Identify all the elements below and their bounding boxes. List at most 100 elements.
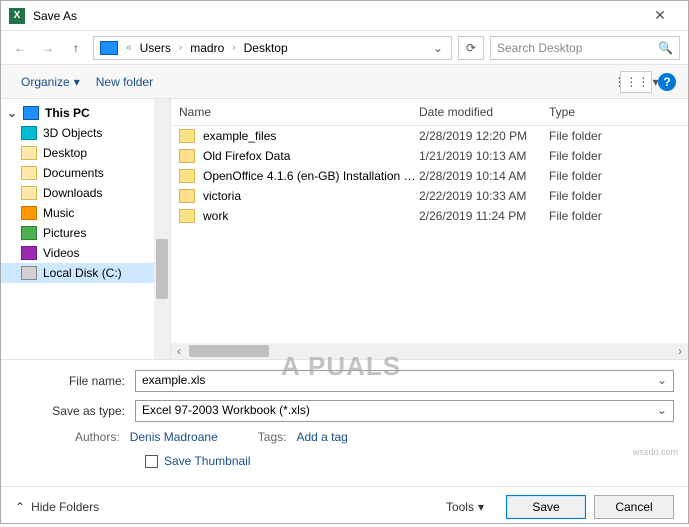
pc-icon	[23, 106, 39, 120]
disk-icon	[21, 266, 37, 280]
tree-item-3d-objects[interactable]: 3D Objects	[1, 123, 170, 143]
breadcrumb[interactable]: « Users › madro › Desktop ⌄	[93, 36, 452, 60]
file-date: 2/28/2019 10:14 AM	[419, 169, 549, 183]
table-row[interactable]: work2/26/2019 11:24 PMFile folder	[171, 206, 688, 226]
authors-label: Authors:	[75, 430, 120, 444]
tree-item-label: Local Disk (C:)	[43, 266, 122, 280]
tree-item-pictures[interactable]: Pictures	[1, 223, 170, 243]
forward-button[interactable]: →	[37, 37, 59, 59]
file-type: File folder	[549, 169, 680, 183]
toolbar: Organize▾ New folder ⋮⋮⋮ ▾ ?	[1, 65, 688, 99]
cancel-button[interactable]: Cancel	[594, 495, 674, 519]
file-type: File folder	[549, 149, 680, 163]
tree-item-local-disk-c-[interactable]: Local Disk (C:)	[1, 263, 170, 283]
excel-icon: X	[9, 8, 25, 24]
chevron-down-icon[interactable]: ⌄	[657, 403, 667, 417]
tools-button[interactable]: Tools ▾	[446, 500, 484, 514]
file-date: 1/21/2019 10:13 AM	[419, 149, 549, 163]
tree-item-label: Downloads	[43, 186, 102, 200]
tree-item-label: 3D Objects	[43, 126, 102, 140]
file-name: Old Firefox Data	[203, 149, 419, 163]
horizontal-scrollbar[interactable]: ‹ ›	[171, 343, 688, 359]
pc-icon	[100, 41, 118, 55]
filename-input[interactable]: example.xls⌄	[135, 370, 674, 392]
organize-button[interactable]: Organize▾	[13, 71, 88, 93]
refresh-button[interactable]: ⟳	[458, 36, 484, 60]
scroll-left-icon[interactable]: ‹	[171, 344, 187, 358]
saveastype-select[interactable]: Excel 97-2003 Workbook (*.xls)⌄	[135, 400, 674, 422]
breadcrumb-item[interactable]: madro	[186, 39, 228, 57]
breadcrumb-item[interactable]: Desktop	[240, 39, 292, 57]
scroll-right-icon[interactable]: ›	[672, 344, 688, 358]
file-list[interactable]: example_files2/28/2019 12:20 PMFile fold…	[171, 126, 688, 343]
tree-scrollbar[interactable]	[154, 99, 170, 359]
authors-value[interactable]: Denis Madroane	[130, 430, 218, 444]
table-row[interactable]: Old Firefox Data1/21/2019 10:13 AMFile f…	[171, 146, 688, 166]
mus-icon	[21, 206, 37, 220]
tree-item-videos[interactable]: Videos	[1, 243, 170, 263]
folder-icon	[21, 166, 37, 180]
folder-icon	[179, 149, 195, 163]
tree-item-this-pc[interactable]: ⌄This PC	[1, 103, 170, 123]
folder-icon	[179, 129, 195, 143]
up-button[interactable]: ↑	[65, 37, 87, 59]
view-button[interactable]: ⋮⋮⋮ ▾	[620, 71, 652, 93]
col-date[interactable]: Date modified	[419, 105, 549, 119]
chevron-down-icon: ⌄	[7, 106, 17, 120]
close-button[interactable]: ✕	[640, 7, 680, 24]
save-thumbnail-checkbox[interactable]: Save Thumbnail	[15, 454, 674, 468]
table-row[interactable]: example_files2/28/2019 12:20 PMFile fold…	[171, 126, 688, 146]
file-pane: Name Date modified Type example_files2/2…	[171, 99, 688, 359]
breadcrumb-item[interactable]: Users	[136, 39, 175, 57]
address-row: ← → ↑ « Users › madro › Desktop ⌄ ⟳ Sear…	[1, 31, 688, 65]
file-type: File folder	[549, 209, 680, 223]
checkbox-icon	[145, 455, 158, 468]
column-headers[interactable]: Name Date modified Type	[171, 99, 688, 126]
bottom-bar: ⌃ Hide Folders Tools ▾ Save Cancel	[1, 486, 688, 527]
scrollbar-thumb[interactable]	[189, 345, 269, 357]
folder-icon	[21, 146, 37, 160]
tags-value[interactable]: Add a tag	[296, 430, 347, 444]
chevron-right-icon: ›	[175, 42, 186, 53]
filename-label: File name:	[15, 374, 135, 388]
tree-item-desktop[interactable]: Desktop	[1, 143, 170, 163]
tree-item-documents[interactable]: Documents	[1, 163, 170, 183]
save-button[interactable]: Save	[506, 495, 586, 519]
file-date: 2/26/2019 11:24 PM	[419, 209, 549, 223]
breadcrumb-sep: «	[122, 42, 136, 53]
save-thumbnail-label: Save Thumbnail	[164, 454, 251, 468]
tree-item-label: Videos	[43, 246, 79, 260]
file-date: 2/22/2019 10:33 AM	[419, 189, 549, 203]
folder-icon	[179, 169, 195, 183]
tags-label: Tags:	[258, 430, 287, 444]
view-icon: ⋮⋮⋮	[613, 75, 649, 89]
title-bar: X Save As ✕	[1, 1, 688, 31]
table-row[interactable]: OpenOffice 4.1.6 (en-GB) Installation Fi…	[171, 166, 688, 186]
main-split: ⌄This PC 3D Objects Desktop Documents Downlo…	[1, 99, 688, 359]
saveastype-label: Save as type:	[15, 404, 135, 418]
tree-item-label: Documents	[43, 166, 104, 180]
chevron-down-icon[interactable]: ⌄	[657, 373, 667, 387]
tree-item-music[interactable]: Music	[1, 203, 170, 223]
file-type: File folder	[549, 129, 680, 143]
search-icon: 🔍	[658, 41, 673, 55]
table-row[interactable]: victoria2/22/2019 10:33 AMFile folder	[171, 186, 688, 206]
col-name[interactable]: Name	[179, 105, 419, 119]
window-title: Save As	[33, 9, 640, 23]
nav-tree[interactable]: ⌄This PC 3D Objects Desktop Documents Downlo…	[1, 99, 171, 359]
tree-item-label: Desktop	[43, 146, 87, 160]
col-type[interactable]: Type	[549, 105, 680, 119]
scrollbar-thumb[interactable]	[156, 239, 168, 299]
search-input[interactable]: Search Desktop 🔍	[490, 36, 680, 60]
file-name: OpenOffice 4.1.6 (en-GB) Installation Fi…	[203, 169, 419, 183]
back-button[interactable]: ←	[9, 37, 31, 59]
tree-item-label: Pictures	[43, 226, 86, 240]
chevron-right-icon: ›	[228, 42, 239, 53]
help-button[interactable]: ?	[658, 73, 676, 91]
breadcrumb-dropdown[interactable]: ⌄	[427, 41, 449, 55]
tree-item-label: Music	[43, 206, 74, 220]
new-folder-button[interactable]: New folder	[88, 71, 161, 93]
hide-folders-button[interactable]: ⌃ Hide Folders	[15, 500, 99, 514]
tree-item-downloads[interactable]: Downloads	[1, 183, 170, 203]
file-name: example_files	[203, 129, 419, 143]
